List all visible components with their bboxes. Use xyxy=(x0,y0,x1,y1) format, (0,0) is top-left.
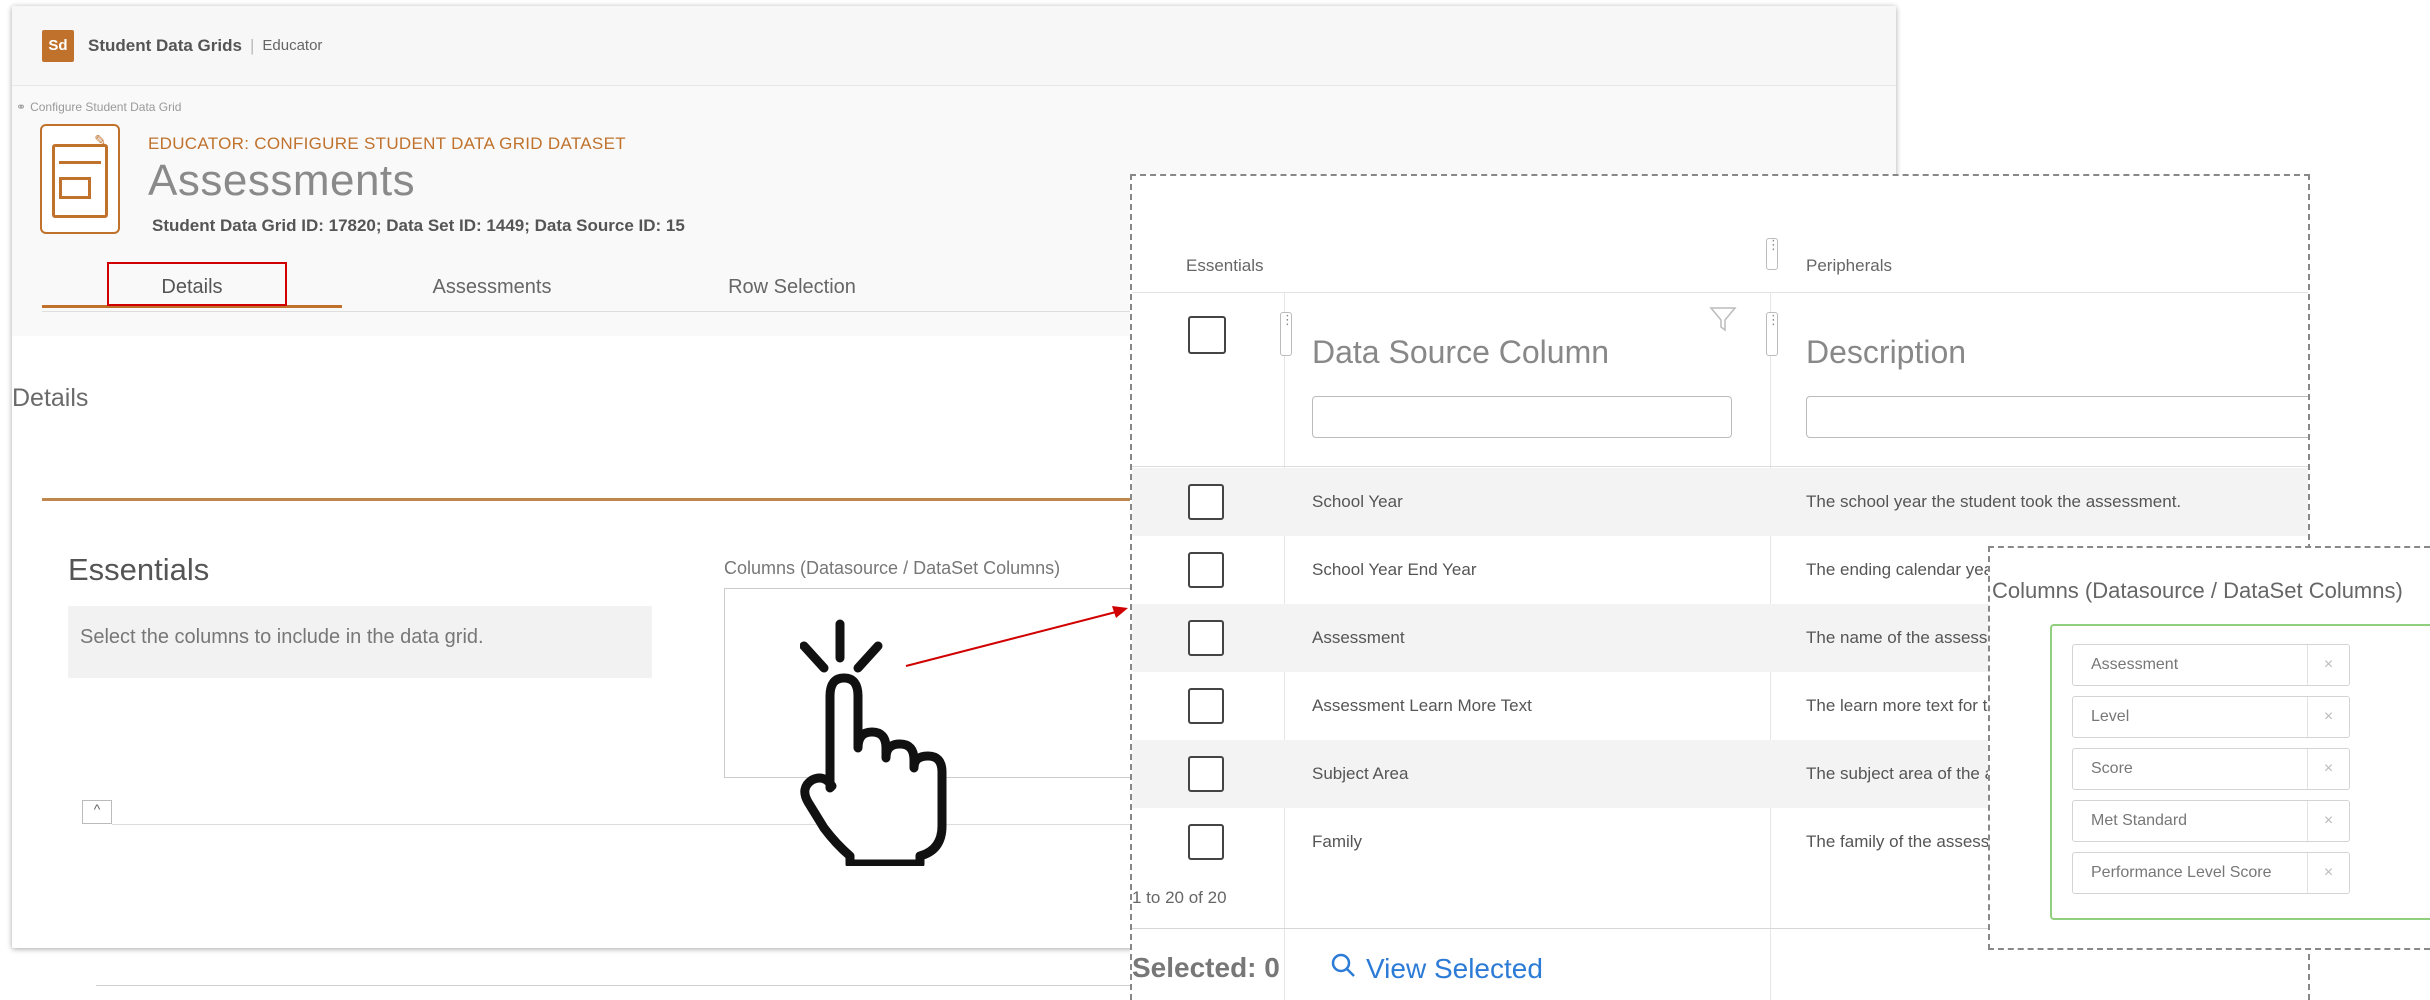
lower-divider xyxy=(96,985,1136,986)
app-separator: | xyxy=(249,35,255,55)
page-ids: Student Data Grid ID: 17820; Data Set ID… xyxy=(152,216,685,235)
chip-label: Met Standard xyxy=(2091,812,2188,829)
header-divider xyxy=(1132,466,2308,467)
table-row[interactable]: School Year The school year the student … xyxy=(1132,468,2308,536)
remove-icon[interactable]: × xyxy=(2307,801,2349,841)
tab-assessments[interactable]: Assessments xyxy=(342,268,642,308)
selected-columns-panel: Columns (Datasource / DataSet Columns) A… xyxy=(1988,546,2430,950)
column-chip[interactable]: Score × xyxy=(2072,748,2350,790)
row-source: School Year End Year xyxy=(1312,560,1477,579)
remove-icon[interactable]: × xyxy=(2307,645,2349,685)
remove-icon[interactable]: × xyxy=(2307,749,2349,789)
column-resize-handle[interactable]: ⋮ xyxy=(1766,238,1780,270)
group-header-essentials: Essentials xyxy=(1186,256,1264,275)
app-role: Educator xyxy=(262,37,323,54)
row-source: Assessment Learn More Text xyxy=(1312,696,1532,715)
section-title: Details xyxy=(12,384,89,412)
app-title: Student Data Grids xyxy=(88,35,242,55)
filter-icon[interactable] xyxy=(1708,304,1738,334)
selected-count: Selected: 0 xyxy=(1132,952,1280,983)
row-source: Assessment xyxy=(1312,628,1405,647)
collapse-button[interactable]: ^ xyxy=(82,800,112,824)
essentials-description: Select the columns to include in the dat… xyxy=(68,606,652,678)
column-header-description[interactable]: Description xyxy=(1806,334,1966,371)
row-source: Subject Area xyxy=(1312,764,1409,783)
app-bar: Sd Student Data Grids | Educator xyxy=(12,6,1896,86)
row-description: The school year the student took the ass… xyxy=(1806,492,2182,511)
breadcrumb[interactable]: ⚭ Configure Student Data Grid xyxy=(16,100,181,114)
search-icon xyxy=(1330,952,1356,985)
selected-columns-box[interactable]: Assessment × Level × Score × Met Standar… xyxy=(2050,624,2430,920)
essentials-title: Essentials xyxy=(68,552,210,587)
tab-row-selection[interactable]: Row Selection xyxy=(642,268,942,308)
column-resize-handle[interactable]: ⋮ xyxy=(1766,312,1780,356)
breadcrumb-label: Configure Student Data Grid xyxy=(30,100,182,114)
row-checkbox[interactable] xyxy=(1188,484,1224,520)
chip-label: Performance Level Score xyxy=(2091,864,2272,881)
row-checkbox[interactable] xyxy=(1188,824,1224,860)
row-checkbox[interactable] xyxy=(1188,552,1224,588)
chip-label: Assessment xyxy=(2091,656,2179,673)
selected-columns-title: Columns (Datasource / DataSet Columns) xyxy=(1992,578,2403,603)
group-divider xyxy=(1132,292,2308,293)
column-chip[interactable]: Met Standard × xyxy=(2072,800,2350,842)
app-logo: Sd xyxy=(42,29,74,62)
paging-summary: 1 to 20 of 20 xyxy=(1132,888,1227,907)
remove-icon[interactable]: × xyxy=(2307,697,2349,737)
chip-label: Level xyxy=(2091,708,2130,725)
column-header-source[interactable]: Data Source Column xyxy=(1312,334,1609,371)
group-header-peripherals: Peripherals xyxy=(1806,256,1892,275)
row-source: School Year xyxy=(1312,492,1403,511)
column-chip[interactable]: Assessment × xyxy=(2072,644,2350,686)
view-selected-link[interactable]: View Selected xyxy=(1330,952,1543,985)
page-title: Assessments xyxy=(148,156,416,205)
select-all-checkbox[interactable] xyxy=(1188,316,1226,354)
column-chip[interactable]: Performance Level Score × xyxy=(2072,852,2350,894)
column-resize-handle[interactable]: ⋮ xyxy=(1280,312,1294,356)
source-filter-input[interactable] xyxy=(1312,396,1732,438)
page-eyebrow: EDUCATOR: CONFIGURE STUDENT DATA GRID DA… xyxy=(148,134,626,153)
chip-label: Score xyxy=(2091,760,2133,777)
row-checkbox[interactable] xyxy=(1188,756,1224,792)
tab-highlight-box xyxy=(107,262,287,306)
columns-label: Columns (Datasource / DataSet Columns) xyxy=(724,558,1061,578)
view-selected-label: View Selected xyxy=(1366,953,1543,984)
hand-pointer-icon xyxy=(800,619,947,866)
dataset-icon: ✎ xyxy=(40,124,120,234)
row-checkbox[interactable] xyxy=(1188,688,1224,724)
description-filter-input[interactable] xyxy=(1806,396,2308,438)
column-chip[interactable]: Level × xyxy=(2072,696,2350,738)
row-source: Family xyxy=(1312,832,1363,851)
link-icon: ⚭ xyxy=(16,100,27,114)
row-checkbox[interactable] xyxy=(1188,620,1224,656)
remove-icon[interactable]: × xyxy=(2307,853,2349,893)
